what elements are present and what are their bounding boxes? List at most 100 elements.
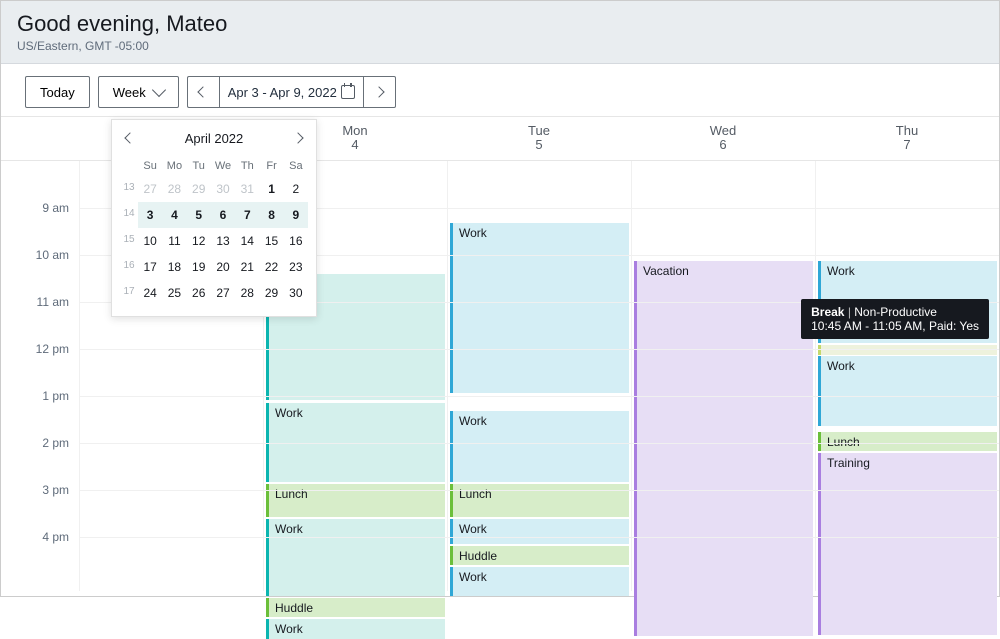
datepicker-day[interactable]: 27	[211, 280, 235, 306]
datepicker-day[interactable]: 24	[138, 280, 162, 306]
datepicker-week: 15	[120, 228, 138, 254]
datepicker-day[interactable]: 29	[187, 176, 211, 202]
date-nav: Apr 3 - Apr 9, 2022	[187, 76, 396, 108]
event[interactable]: Work	[450, 223, 629, 393]
timezone-label: US/Eastern, GMT -05:00	[17, 39, 983, 53]
event[interactable]: Huddle	[266, 598, 445, 617]
event[interactable]: Lunch	[266, 484, 445, 517]
view-select[interactable]: Week	[98, 76, 179, 108]
datepicker-day[interactable]: 12	[187, 228, 211, 254]
datepicker-day[interactable]: 6	[211, 202, 235, 228]
event[interactable]: Work	[818, 356, 997, 426]
datepicker-day[interactable]: 28	[162, 176, 186, 202]
datepicker-dow: Mo	[162, 156, 186, 176]
datepicker-day[interactable]: 2	[284, 176, 308, 202]
event[interactable]: Lunch	[818, 432, 997, 451]
datepicker-title: April 2022	[185, 131, 244, 146]
today-button[interactable]: Today	[25, 76, 90, 108]
datepicker-dow: Tu	[187, 156, 211, 176]
datepicker-grid: SuMoTuWeThFrSa13272829303112143456789151…	[120, 156, 308, 306]
datepicker-day[interactable]: 9	[284, 202, 308, 228]
calendar-icon	[341, 85, 355, 99]
datepicker-header: April 2022	[120, 128, 308, 148]
datepicker-day[interactable]: 19	[187, 254, 211, 280]
hour-label: 2 pm	[42, 436, 69, 450]
event-tooltip: Break | Non-Productive 10:45 AM - 11:05 …	[801, 299, 989, 339]
datepicker-day[interactable]: 27	[138, 176, 162, 202]
event-label: Vacation	[643, 264, 689, 278]
datepicker-prev[interactable]	[120, 128, 140, 148]
date-range-picker[interactable]: Apr 3 - Apr 9, 2022	[219, 76, 364, 108]
chevron-right-icon	[374, 86, 385, 97]
datepicker-day[interactable]: 15	[259, 228, 283, 254]
datepicker-day[interactable]: 22	[259, 254, 283, 280]
datepicker-day[interactable]: 16	[284, 228, 308, 254]
datepicker-day[interactable]: 7	[235, 202, 259, 228]
datepicker-day[interactable]: 17	[138, 254, 162, 280]
chevron-down-icon	[152, 83, 166, 97]
datepicker-day[interactable]: 14	[235, 228, 259, 254]
datepicker-week: 14	[120, 202, 138, 228]
datepicker-dow: We	[211, 156, 235, 176]
datepicker-day[interactable]: 30	[211, 176, 235, 202]
event[interactable]: Training	[818, 453, 997, 635]
chevron-left-icon	[124, 132, 135, 143]
datepicker[interactable]: April 2022 SuMoTuWeThFrSa132728293031121…	[111, 119, 317, 317]
next-button[interactable]	[364, 76, 396, 108]
event[interactable]: Work	[450, 519, 629, 544]
hour-label: 1 pm	[42, 389, 69, 403]
hour-line	[79, 443, 999, 444]
event[interactable]: Huddle	[450, 546, 629, 565]
tooltip-category: Non-Productive	[854, 305, 937, 319]
view-select-label: Week	[113, 85, 146, 100]
event[interactable]: Work	[450, 411, 629, 482]
datepicker-dow: Sa	[284, 156, 308, 176]
datepicker-day[interactable]: 30	[284, 280, 308, 306]
calendar: Sun3 Mon4 Tue5 Wed6 Thu7 9 am10 am11 am1…	[1, 119, 999, 591]
datepicker-day[interactable]: 10	[138, 228, 162, 254]
datepicker-day[interactable]: 26	[187, 280, 211, 306]
event-label: Work	[459, 570, 487, 584]
event[interactable]: Work	[450, 567, 629, 596]
datepicker-day[interactable]: 4	[162, 202, 186, 228]
hour-label: 3 pm	[42, 483, 69, 497]
datepicker-day[interactable]: 28	[235, 280, 259, 306]
day-col-tue[interactable]: WorkWorkLunchWorkHuddleWork	[447, 161, 631, 591]
hour-line	[79, 349, 999, 350]
tooltip-title: Break	[811, 305, 844, 319]
event-break[interactable]	[818, 345, 997, 355]
event-label: Work	[459, 522, 487, 536]
event[interactable]: Lunch	[450, 484, 629, 517]
event[interactable]: Work	[266, 619, 445, 639]
datepicker-day[interactable]: 13	[211, 228, 235, 254]
datepicker-day[interactable]: 29	[259, 280, 283, 306]
datepicker-day[interactable]: 21	[235, 254, 259, 280]
datepicker-week: 16	[120, 254, 138, 280]
event-label: Training	[827, 456, 870, 470]
day-col-thu[interactable]: WorkWorkLunchTraining	[815, 161, 999, 591]
datepicker-day[interactable]: 3	[138, 202, 162, 228]
datepicker-dow: Fr	[259, 156, 283, 176]
datepicker-day[interactable]: 31	[235, 176, 259, 202]
prev-button[interactable]	[187, 76, 219, 108]
datepicker-day[interactable]: 18	[162, 254, 186, 280]
event[interactable]: Work	[266, 519, 445, 596]
datepicker-day[interactable]: 5	[187, 202, 211, 228]
datepicker-day[interactable]: 20	[211, 254, 235, 280]
datepicker-day[interactable]: 25	[162, 280, 186, 306]
event-label: Work	[459, 226, 487, 240]
datepicker-day[interactable]: 1	[259, 176, 283, 202]
event[interactable]: Vacation	[634, 261, 813, 636]
hour-line	[79, 396, 999, 397]
datepicker-day[interactable]: 11	[162, 228, 186, 254]
chevron-right-icon	[292, 132, 303, 143]
hour-label: 4 pm	[42, 530, 69, 544]
datepicker-day[interactable]: 23	[284, 254, 308, 280]
greeting: Good evening, Mateo	[17, 11, 983, 37]
datepicker-next[interactable]	[288, 128, 308, 148]
toolbar: Today Week Apr 3 - Apr 9, 2022	[1, 64, 999, 117]
day-head-tue: Tue5	[447, 119, 631, 160]
datepicker-day[interactable]: 8	[259, 202, 283, 228]
day-col-wed[interactable]: Vacation	[631, 161, 815, 591]
hour-line	[79, 490, 999, 491]
